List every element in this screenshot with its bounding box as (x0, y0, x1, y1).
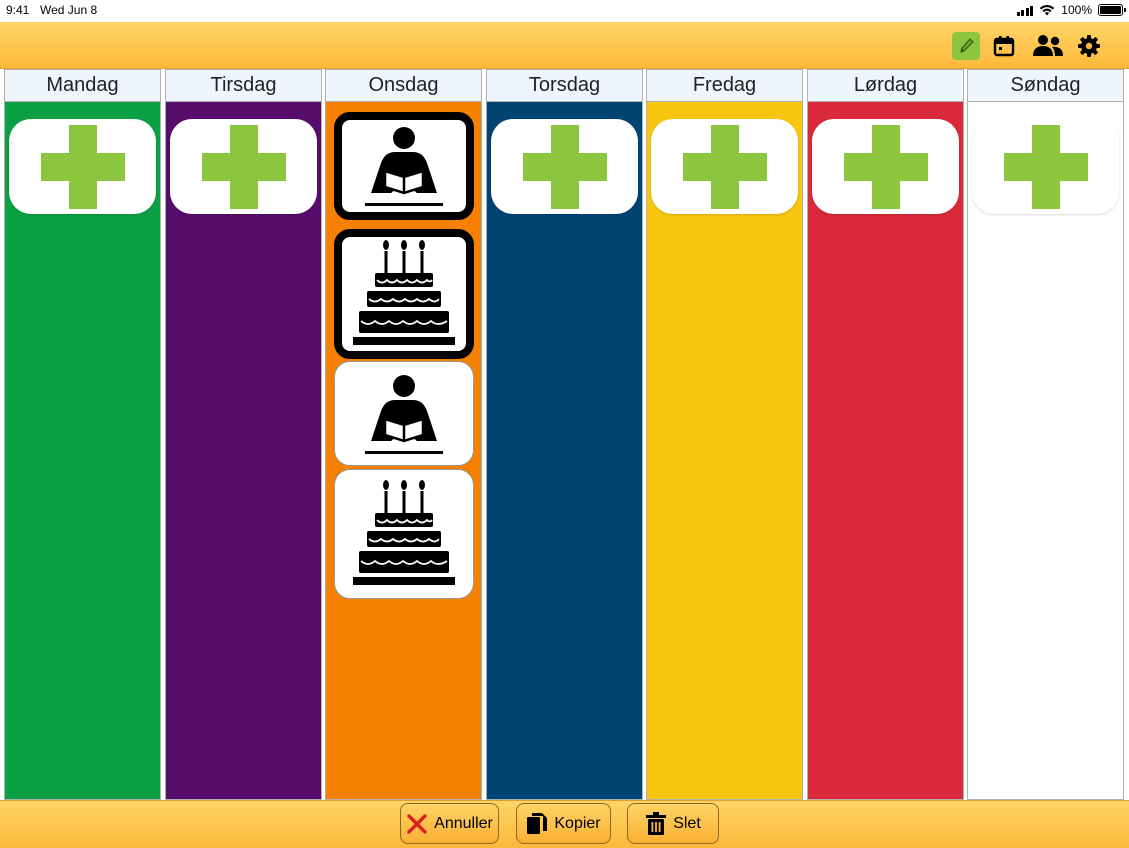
activity-card-reading[interactable] (334, 112, 474, 220)
add-activity-button[interactable] (491, 119, 638, 214)
delete-button[interactable]: Slet (627, 803, 719, 844)
copy-icon (527, 812, 548, 834)
day-column-tirsdag: Tirsdag (165, 69, 322, 800)
plus-icon (40, 124, 125, 209)
birthday-cake-icon (353, 480, 455, 585)
add-activity-button[interactable] (651, 119, 798, 214)
day-header: Mandag (5, 70, 160, 102)
day-body (487, 102, 642, 799)
day-column-torsdag: Torsdag (486, 69, 643, 800)
cancel-label: Annuller (434, 814, 493, 832)
birthday-cake-icon (353, 240, 455, 345)
day-header: Torsdag (487, 70, 642, 102)
reading-icon (365, 374, 443, 454)
trash-icon (646, 811, 667, 835)
plus-icon (522, 124, 607, 209)
plus-icon (201, 124, 286, 209)
cancel-button[interactable]: Annuller (400, 803, 499, 844)
activity-card-birthday[interactable] (334, 229, 474, 359)
gear-icon[interactable] (1075, 32, 1103, 60)
day-body (326, 102, 481, 799)
day-column-sondag: Søndag (967, 69, 1124, 800)
copy-label: Kopier (554, 814, 601, 832)
battery-icon (1098, 4, 1126, 16)
status-time: 9:41 (6, 3, 30, 17)
activity-card-birthday[interactable] (334, 469, 474, 599)
day-column-mandag: Mandag (4, 69, 161, 800)
day-header: Fredag (647, 70, 802, 102)
activity-card-reading[interactable] (334, 361, 474, 466)
day-body (5, 102, 160, 799)
calendar-icon[interactable] (990, 32, 1018, 60)
day-body (808, 102, 963, 799)
add-activity-button[interactable] (812, 119, 959, 214)
status-date: Wed Jun 8 (40, 3, 98, 17)
top-toolbar (0, 22, 1129, 69)
close-icon (407, 813, 427, 834)
copy-button[interactable]: Kopier (516, 803, 611, 844)
wifi-icon (1040, 4, 1055, 16)
day-column-onsdag: Onsdag (325, 69, 482, 800)
day-header: Tirsdag (166, 70, 321, 102)
battery-percent: 100% (1061, 3, 1092, 17)
day-body (968, 102, 1123, 799)
day-header: Lørdag (808, 70, 963, 102)
add-activity-button[interactable] (972, 119, 1119, 214)
bottom-action-bar: Annuller Kopier Slet (0, 800, 1129, 848)
signal-icon (1016, 5, 1034, 16)
day-header: Søndag (968, 70, 1123, 102)
plus-icon (682, 124, 767, 209)
week-schedule: Mandag Tirsdag Onsdag Torsdag Fredag Lør… (0, 69, 1129, 800)
day-header: Onsdag (326, 70, 481, 102)
day-body (647, 102, 802, 799)
edit-pencil-icon[interactable] (952, 32, 980, 60)
people-icon[interactable] (1031, 32, 1065, 60)
day-body (166, 102, 321, 799)
reading-icon (365, 127, 443, 206)
day-column-fredag: Fredag (646, 69, 803, 800)
plus-icon (843, 124, 928, 209)
plus-icon (1003, 124, 1088, 209)
status-bar: 9:41 Wed Jun 8 100% (0, 0, 1129, 22)
add-activity-button[interactable] (9, 119, 156, 214)
add-activity-button[interactable] (170, 119, 317, 214)
delete-label: Slet (673, 814, 701, 832)
day-column-lordag: Lørdag (807, 69, 964, 800)
